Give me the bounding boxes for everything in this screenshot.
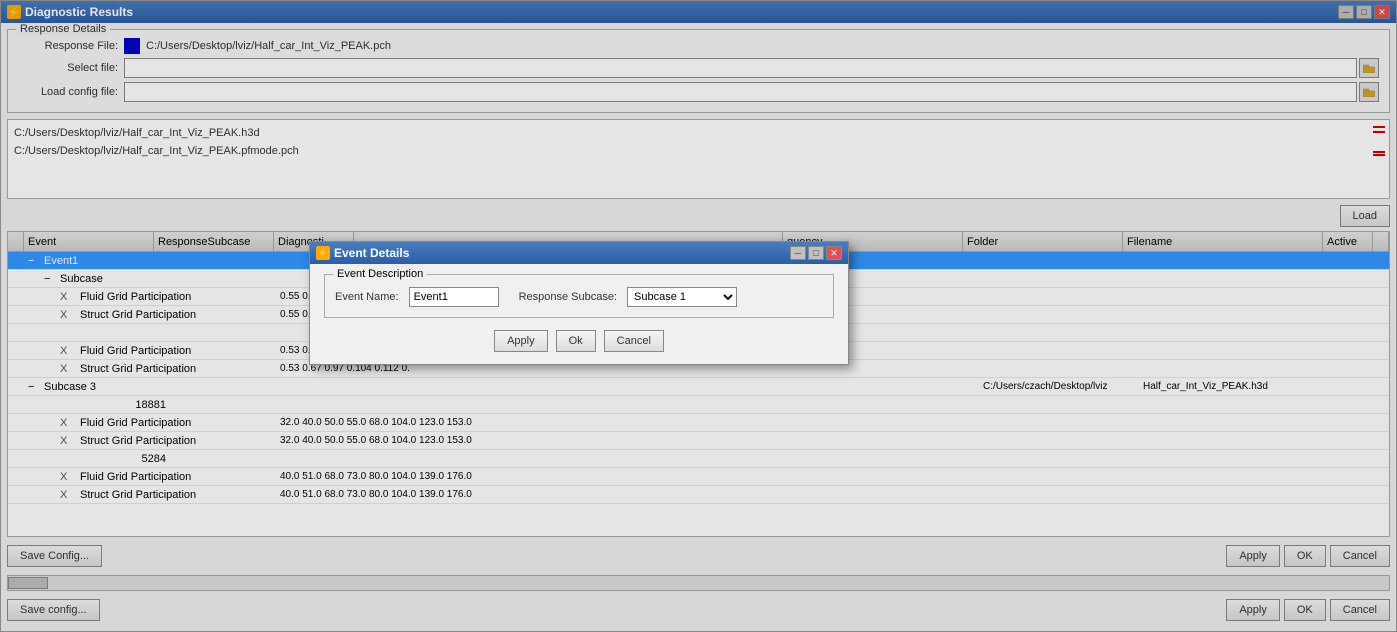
modal-minimize-button[interactable]: ─ xyxy=(790,246,806,260)
apply-button-1[interactable]: Apply xyxy=(1226,545,1280,567)
modal-title-bar: ⚡ Event Details ─ □ ✕ xyxy=(310,242,848,264)
remove-icon-2[interactable] xyxy=(1371,144,1387,160)
maximize-button[interactable]: □ xyxy=(1356,5,1372,19)
window-icon: ⚡ xyxy=(7,5,21,19)
modal-content: Event Description Event Name: Response S… xyxy=(310,264,848,364)
modal-apply-button[interactable]: Apply xyxy=(494,330,548,352)
bottom-right-2: Apply OK Cancel xyxy=(1226,599,1390,621)
load-config-label: Load config file: xyxy=(18,86,118,98)
load-button[interactable]: Load xyxy=(1340,205,1390,227)
file-paths-content: C:/Users/Desktop/lviz/Half_car_Int_Viz_P… xyxy=(8,120,1389,164)
bottom-right-1: Apply OK Cancel xyxy=(1226,545,1390,567)
load-row: Load xyxy=(7,205,1390,227)
ok-button-2[interactable]: OK xyxy=(1284,599,1326,621)
th-event: Event xyxy=(24,232,154,251)
response-file-label: Response File: xyxy=(18,40,118,52)
select-file-input[interactable] xyxy=(124,58,1357,78)
main-window: ⚡ Diagnostic Results ─ □ ✕ Response Deta… xyxy=(0,0,1397,632)
table-row[interactable]: X Struct Grid Participation 32.0 40.0 50… xyxy=(8,432,1389,450)
text-area-icons xyxy=(1371,124,1387,160)
response-file-icon xyxy=(124,38,140,54)
minimize-button[interactable]: ─ xyxy=(1338,5,1354,19)
table-row[interactable]: X Fluid Grid Participation 32.0 40.0 50.… xyxy=(8,414,1389,432)
th-folder: Folder xyxy=(963,232,1123,251)
cancel-button-2[interactable]: Cancel xyxy=(1330,599,1390,621)
th-spacer xyxy=(8,232,24,251)
title-bar-left: ⚡ Diagnostic Results xyxy=(7,5,133,19)
modal-form-row: Event Name: Response Subcase: Subcase 1 … xyxy=(335,287,823,307)
th-filename: Filename xyxy=(1123,232,1323,251)
select-file-input-row xyxy=(124,58,1379,78)
table-row[interactable]: X Fluid Grid Participation 40.0 51.0 68.… xyxy=(8,468,1389,486)
th-active: Active xyxy=(1323,232,1373,251)
event-name-input[interactable] xyxy=(409,287,499,307)
th-scrollbar-spacer xyxy=(1373,232,1389,251)
modal-title-buttons: ─ □ ✕ xyxy=(790,246,842,260)
response-subcase-label: Response Subcase: xyxy=(519,291,617,303)
event-description-label: Event Description xyxy=(333,268,427,280)
modal-ok-button[interactable]: Ok xyxy=(556,330,596,352)
title-bar: ⚡ Diagnostic Results ─ □ ✕ xyxy=(1,1,1396,23)
response-subcase-select[interactable]: Subcase 1 Subcase 2 Subcase 3 xyxy=(627,287,737,307)
select-file-label: Select file: xyxy=(18,62,118,74)
table-row[interactable]: − Subcase 3 C:/Users/czach/Desktop/lviz … xyxy=(8,378,1389,396)
response-details-section: Response Details Response File: C:/Users… xyxy=(7,29,1390,113)
modal-icon: ⚡ xyxy=(316,246,330,260)
table-row[interactable]: 5284 xyxy=(8,450,1389,468)
select-file-browse-button[interactable] xyxy=(1359,58,1379,78)
load-config-input[interactable] xyxy=(124,82,1357,102)
modal-maximize-button[interactable]: □ xyxy=(808,246,824,260)
select-file-row: Select file: xyxy=(18,58,1379,78)
response-details-label: Response Details xyxy=(16,23,110,35)
apply-button-2[interactable]: Apply xyxy=(1226,599,1280,621)
close-button[interactable]: ✕ xyxy=(1374,5,1390,19)
modal-buttons: Apply Ok Cancel xyxy=(324,330,834,352)
modal-close-button[interactable]: ✕ xyxy=(826,246,842,260)
load-config-input-row xyxy=(124,82,1379,102)
file-path-1: C:/Users/Desktop/lviz/Half_car_Int_Viz_P… xyxy=(14,124,1383,142)
save-config-button-1[interactable]: Save Config... xyxy=(7,545,102,567)
load-config-row: Load config file: xyxy=(18,82,1379,102)
bottom-left-1: Save Config... xyxy=(7,545,102,567)
bottom-bar-2: Save config... Apply OK Cancel xyxy=(7,595,1390,625)
th-response-subcase: ResponseSubcase xyxy=(154,232,274,251)
save-config-button-2[interactable]: Save config... xyxy=(7,599,100,621)
event-description-section: Event Description Event Name: Response S… xyxy=(324,274,834,318)
response-file-row: Response File: C:/Users/Desktop/lviz/Hal… xyxy=(18,38,1379,54)
modal-cancel-button[interactable]: Cancel xyxy=(604,330,664,352)
file-path-2: C:/Users/Desktop/lviz/Half_car_Int_Viz_P… xyxy=(14,142,1383,160)
window-title: Diagnostic Results xyxy=(25,5,133,19)
modal-title: Event Details xyxy=(334,246,409,260)
event-name-label: Event Name: xyxy=(335,291,399,303)
title-bar-buttons: ─ □ ✕ xyxy=(1338,5,1390,19)
table-row[interactable]: X Struct Grid Participation 40.0 51.0 68… xyxy=(8,486,1389,504)
event-details-modal: ⚡ Event Details ─ □ ✕ Event Description … xyxy=(309,241,849,365)
bottom-bar-1: Save Config... Apply OK Cancel xyxy=(7,541,1390,571)
response-file-path: C:/Users/Desktop/lviz/Half_car_Int_Viz_P… xyxy=(146,40,391,52)
bottom-left-2: Save config... xyxy=(7,599,100,621)
cancel-button-1[interactable]: Cancel xyxy=(1330,545,1390,567)
load-config-browse-button[interactable] xyxy=(1359,82,1379,102)
scrollbar-thumb[interactable] xyxy=(8,577,48,589)
ok-button-1[interactable]: OK xyxy=(1284,545,1326,567)
remove-icon-1[interactable] xyxy=(1371,124,1387,140)
horizontal-scrollbar[interactable] xyxy=(7,575,1390,591)
file-paths-area: C:/Users/Desktop/lviz/Half_car_Int_Viz_P… xyxy=(7,119,1390,199)
table-row[interactable]: 18881 xyxy=(8,396,1389,414)
